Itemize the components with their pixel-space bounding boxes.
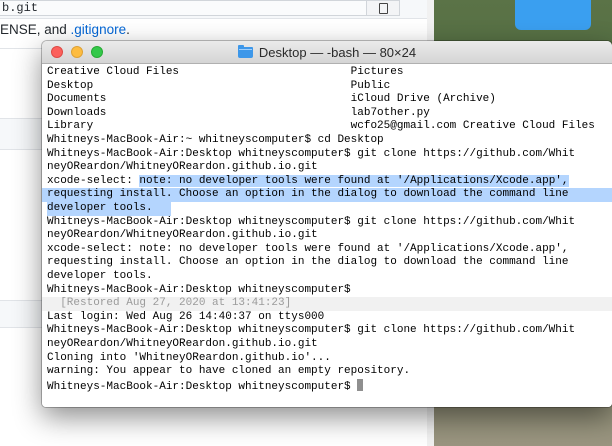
terminal-line: neyOReardon/WhitneyOReardon.github.io.gi… [47,229,318,242]
terminal-line: Whitneys-MacBook-Air:Desktop whitneyscom… [47,324,576,337]
terminal-line: developer tools. [47,270,153,282]
terminal-line-selected: xcode-select: note: no developer tools w… [47,174,569,189]
terminal-line: neyOReardon/WhitneyOReardon.github.io.gi… [47,338,318,350]
terminal-line: Whitneys-MacBook-Air:~ whitneyscomputer$… [47,134,384,146]
line-prefix: xcode-select: [47,174,140,187]
license-gitignore-text: ENSE, and .gitignore. [0,22,130,37]
terminal-line-selected: developer tools. [47,202,153,214]
terminal-line-selected: requesting install. Choose an option in … [47,188,569,201]
selected-text: note: no developer tools were found at '… [139,174,569,187]
terminal-line: Downloads lab7other.py [47,106,430,119]
restored-line: [Restored Aug 27, 2020 at 13:41:23] [47,297,292,310]
clone-url-field[interactable]: b.git [0,0,368,16]
title-wrap: Desktop — -bash — 80×24 [42,41,612,63]
copy-url-button[interactable] [366,0,400,16]
window-title: Desktop — -bash — 80×24 [258,44,417,60]
terminal-line: Last login: Wed Aug 26 14:40:37 on ttys0… [47,310,325,323]
prompt-line[interactable]: Whitneys-MacBook-Air:Desktop whitneyscom… [47,378,364,393]
terminal-line: requesting install. Choose an option in … [47,256,569,269]
terminal-titlebar[interactable]: Desktop — -bash — 80×24 [42,41,612,64]
clipboard-icon [378,2,388,14]
terminal-line: Creative Cloud Files Pictures [47,66,404,78]
terminal-line: Documents iCloud Drive (Archive) [47,93,496,106]
terminal-line: xcode-select: note: no developer tools w… [47,242,569,255]
terminal-line: Desktop Public [47,79,391,92]
gitignore-link[interactable]: .gitignore [71,22,127,37]
terminal-output[interactable]: Creative Cloud Files Pictures Desktop Pu… [42,64,612,407]
terminal-window[interactable]: Desktop — -bash — 80×24 Creative Cloud F… [42,41,612,407]
terminal-line: Whitneys-MacBook-Air:Desktop whitneyscom… [47,147,576,160]
terminal-line: Whitneys-MacBook-Air:Desktop whitneyscom… [47,215,576,228]
terminal-line: Library wcfo25@gmail.com Creative Cloud … [47,120,595,133]
terminal-line: warning: You appear to have cloned an em… [47,365,411,378]
terminal-line: Whitneys-MacBook-Air:Desktop whitneyscom… [47,283,351,296]
terminal-line: Cloning into 'WhitneyOReardon.github.io'… [47,351,331,364]
desktop-folder-icon[interactable] [515,0,591,30]
text-cursor [357,378,364,391]
text-suffix: . [126,22,130,37]
prompt-text: Whitneys-MacBook-Air:Desktop whitneyscom… [47,380,358,393]
terminal-line: neyOReardon/WhitneyOReardon.github.io.gi… [47,161,318,174]
folder-icon [237,44,253,58]
text-prefix: ENSE, and [0,22,71,37]
